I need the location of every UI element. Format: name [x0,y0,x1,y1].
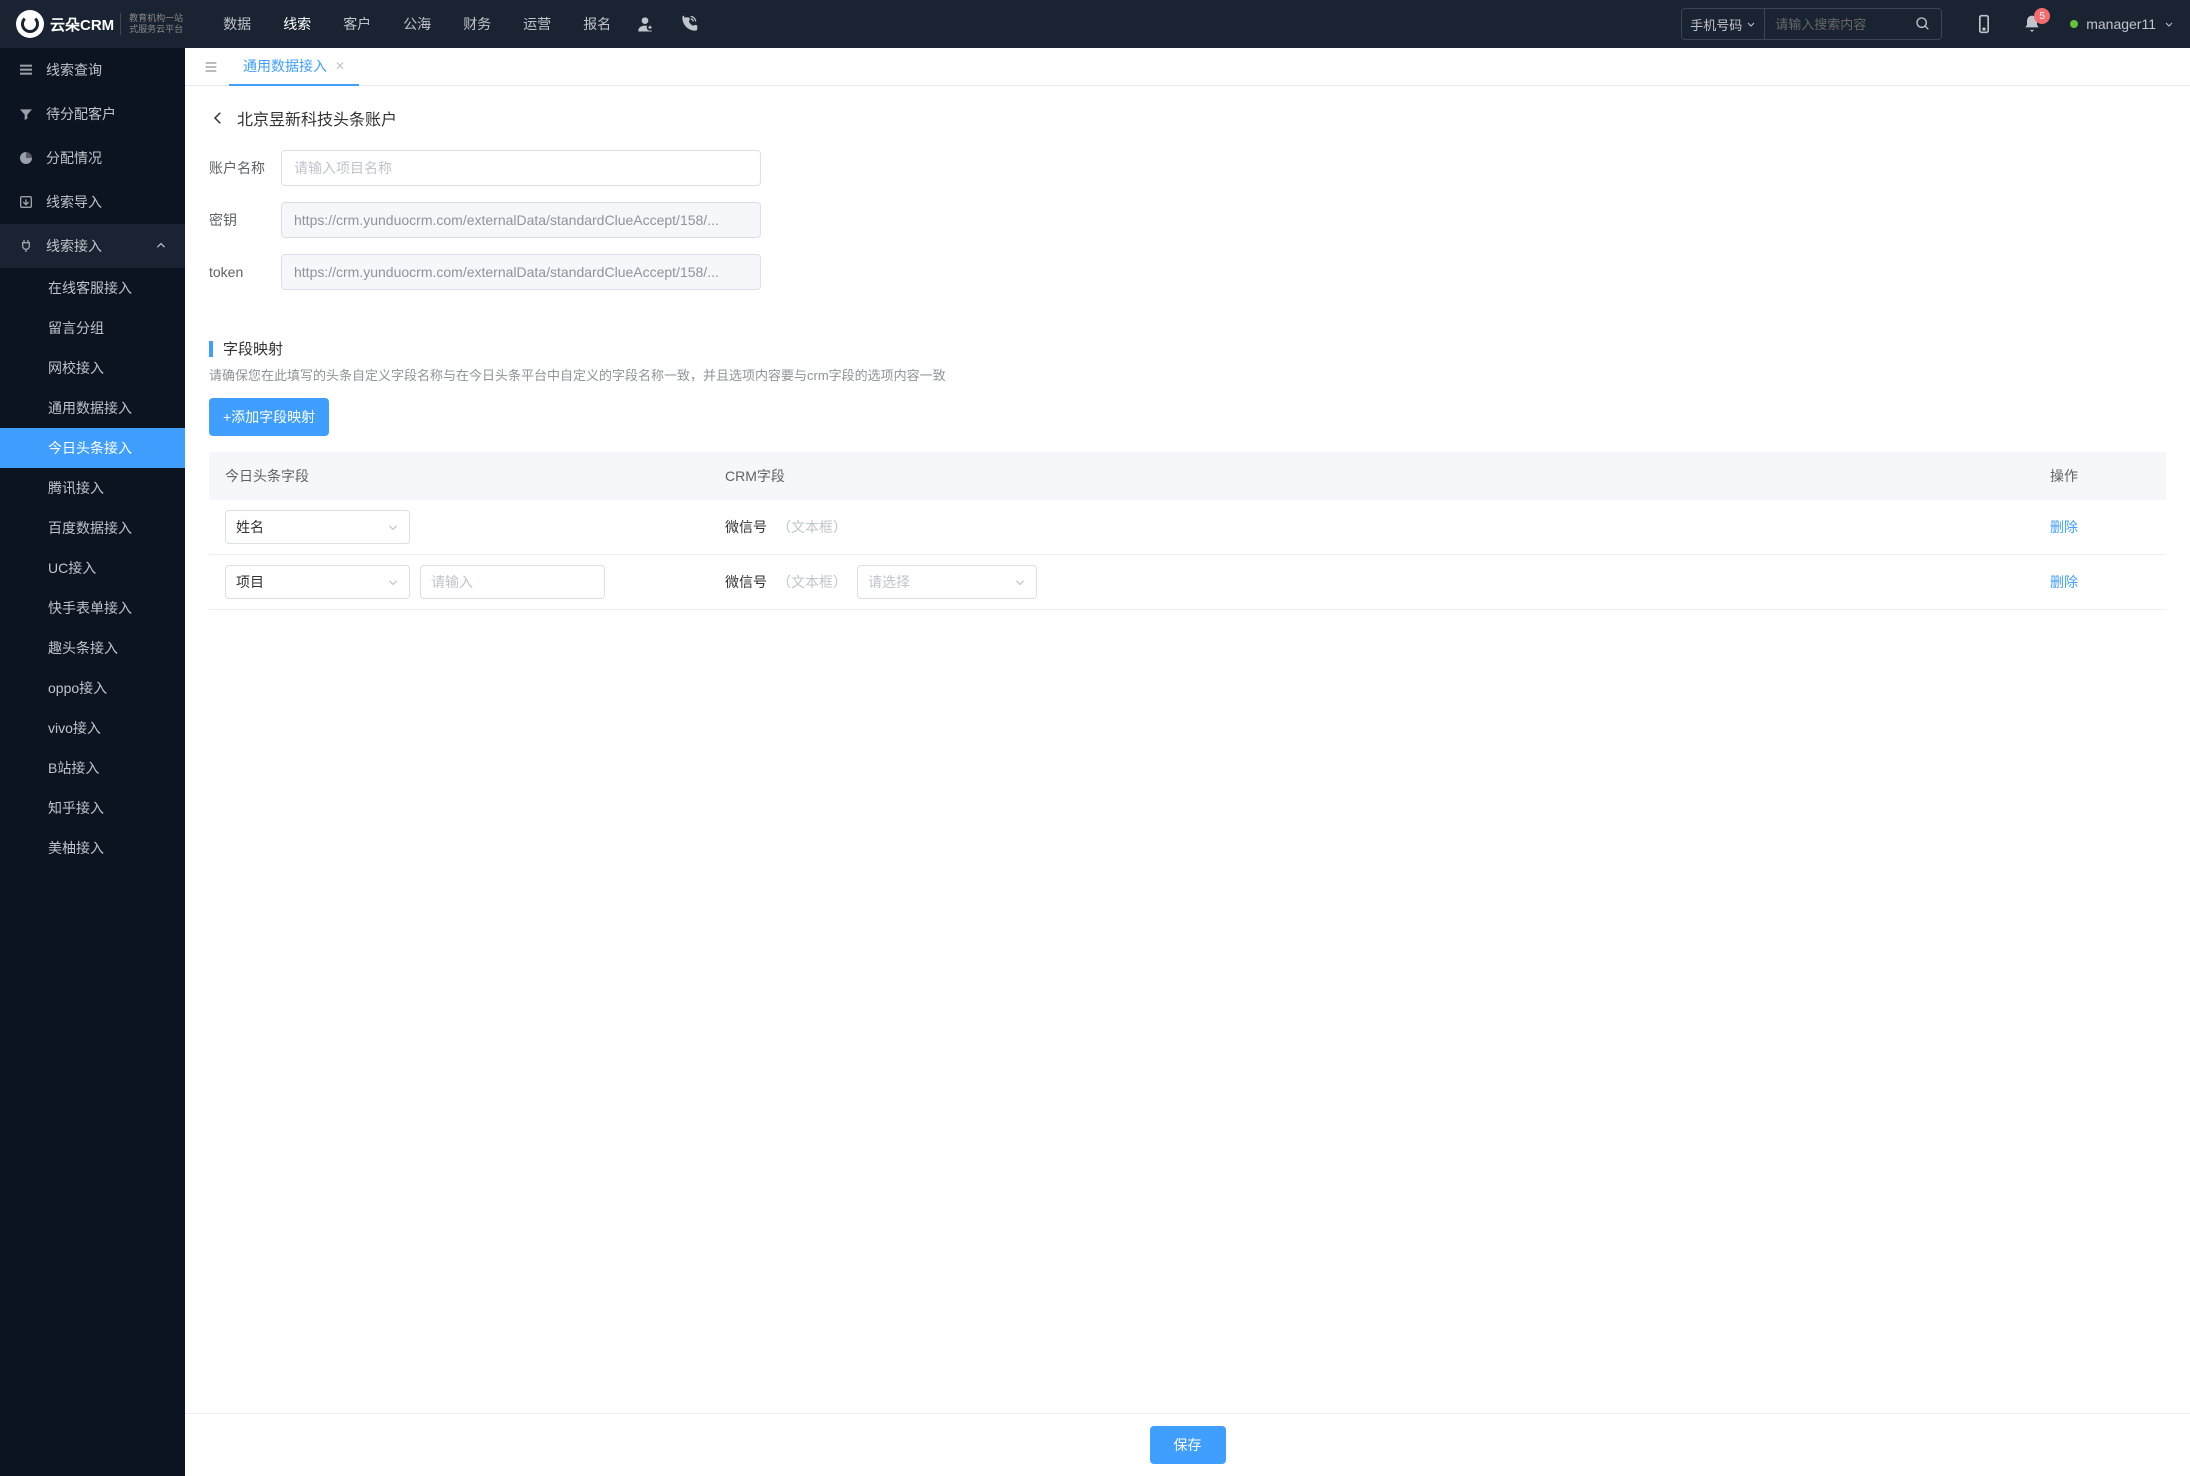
tab-bar: 通用数据接入 ✕ [185,48,2190,86]
table-row: 姓名 微信号（文本框） 删除 [209,500,2166,555]
sidebar-item[interactable]: 待分配客户 [0,92,185,136]
logo[interactable]: 云朵CRM 教育机构一站 式服务云平台 [16,10,183,38]
sidebar-item[interactable]: 线索导入 [0,180,185,224]
close-icon[interactable]: ✕ [335,59,345,73]
section-title: 字段映射 [223,338,283,359]
sidebar-subitem[interactable]: 百度数据接入 [0,508,185,548]
toutiao-field-select[interactable]: 姓名 [225,510,410,544]
search-type-select[interactable]: 手机号码 [1682,9,1765,39]
topbar: 云朵CRM 教育机构一站 式服务云平台 数据 线索 客户 公海 财务 运营 报名 手机号码 [0,0,2190,48]
secret-input[interactable] [281,202,761,238]
crm-option-select[interactable]: 请选择 [857,565,1037,599]
sidebar-subitem[interactable]: 通用数据接入 [0,388,185,428]
user-menu[interactable]: manager11 [2070,16,2174,32]
search-box: 手机号码 [1681,8,1942,40]
sidebar-subitem[interactable]: vivo接入 [0,708,185,748]
tab-general-data[interactable]: 通用数据接入 ✕ [229,48,359,86]
sidebar-subitem[interactable]: 趣头条接入 [0,628,185,668]
crm-field-label: 微信号 [725,572,767,592]
nav-item-4[interactable]: 财务 [463,14,491,34]
sidebar-subitem[interactable]: 在线客服接入 [0,268,185,308]
notification-badge: 5 [2034,8,2050,24]
account-name-input[interactable] [281,150,761,186]
chevron-up-icon [155,240,167,252]
tabs-collapse-icon[interactable] [193,59,229,75]
nav-item-1[interactable]: 线索 [283,14,311,34]
table-row: 项目 微信号（文本框） 请选择 删除 [209,555,2166,610]
footer-bar: 保存 [185,1413,2190,1476]
sidebar-subitem[interactable]: 美柚接入 [0,828,185,868]
sidebar-item[interactable]: 线索查询 [0,48,185,92]
list-icon [18,62,34,78]
custom-field-input[interactable] [420,565,605,599]
crm-field-label: 微信号 [725,517,767,537]
token-input[interactable] [281,254,761,290]
pie-icon [18,150,34,166]
chevron-down-icon [2164,19,2174,29]
logo-icon [16,10,44,38]
sidebar-subitem[interactable]: UC接入 [0,548,185,588]
toutiao-field-select[interactable]: 项目 [225,565,410,599]
sidebar-subitem[interactable]: 网校接入 [0,348,185,388]
search-icon [1915,16,1931,32]
section-accent [209,341,213,357]
delete-link[interactable]: 删除 [2050,519,2078,535]
sidebar-subitem[interactable]: 留言分组 [0,308,185,348]
filter-icon [18,106,34,122]
chevron-down-icon [1746,19,1756,29]
mobile-icon[interactable] [1974,14,1994,34]
export-icon [18,194,34,210]
sidebar-item[interactable]: 线索接入 [0,224,185,268]
secret-label: 密钥 [209,210,281,230]
section-description: 请确保您在此填写的头条自定义字段名称与在今日头条平台中自定义的字段名称一致，并且… [185,365,2190,398]
username: manager11 [2086,16,2156,32]
sidebar-subitem[interactable]: 今日头条接入 [0,428,185,468]
chevron-down-icon [387,521,399,533]
plug-icon [18,238,34,254]
delete-link[interactable]: 删除 [2050,574,2078,590]
search-button[interactable] [1905,16,1941,32]
brand-name: 云朵CRM [50,14,114,35]
account-label: 账户名称 [209,158,281,178]
nav-item-3[interactable]: 公海 [403,14,431,34]
status-dot [2070,20,2078,28]
add-mapping-button[interactable]: +添加字段映射 [209,398,329,436]
notifications-button[interactable]: 5 [2022,14,2042,34]
nav-item-5[interactable]: 运营 [523,14,551,34]
table-header: 今日头条字段 CRM字段 操作 [209,452,2166,500]
chevron-down-icon [1014,576,1026,588]
sidebar: 线索查询待分配客户分配情况线索导入线索接入在线客服接入留言分组网校接入通用数据接… [0,48,185,1476]
chevron-left-icon [209,109,227,127]
brand-tagline: 教育机构一站 式服务云平台 [120,13,183,35]
nav-item-0[interactable]: 数据 [223,14,251,34]
back-button[interactable] [209,109,227,127]
breadcrumb: 北京昱新科技头条账户 [185,86,2190,140]
sidebar-subitem[interactable]: oppo接入 [0,668,185,708]
page-title: 北京昱新科技头条账户 [237,106,397,130]
token-label: token [209,264,281,280]
sidebar-subitem[interactable]: 快手表单接入 [0,588,185,628]
sidebar-subitem[interactable]: B站接入 [0,748,185,788]
user-add-icon[interactable] [635,14,655,34]
sidebar-item[interactable]: 分配情况 [0,136,185,180]
mapping-table: 今日头条字段 CRM字段 操作 姓名 微信号（文本框） 删除 [209,452,2166,610]
save-button[interactable]: 保存 [1150,1426,1226,1464]
nav-item-6[interactable]: 报名 [583,14,611,34]
search-input[interactable] [1765,17,1905,32]
top-nav: 数据 线索 客户 公海 财务 运营 报名 [223,14,611,34]
nav-item-2[interactable]: 客户 [343,14,371,34]
sidebar-subitem[interactable]: 知乎接入 [0,788,185,828]
call-icon[interactable] [679,14,699,34]
sidebar-subitem[interactable]: 腾讯接入 [0,468,185,508]
chevron-down-icon [387,576,399,588]
